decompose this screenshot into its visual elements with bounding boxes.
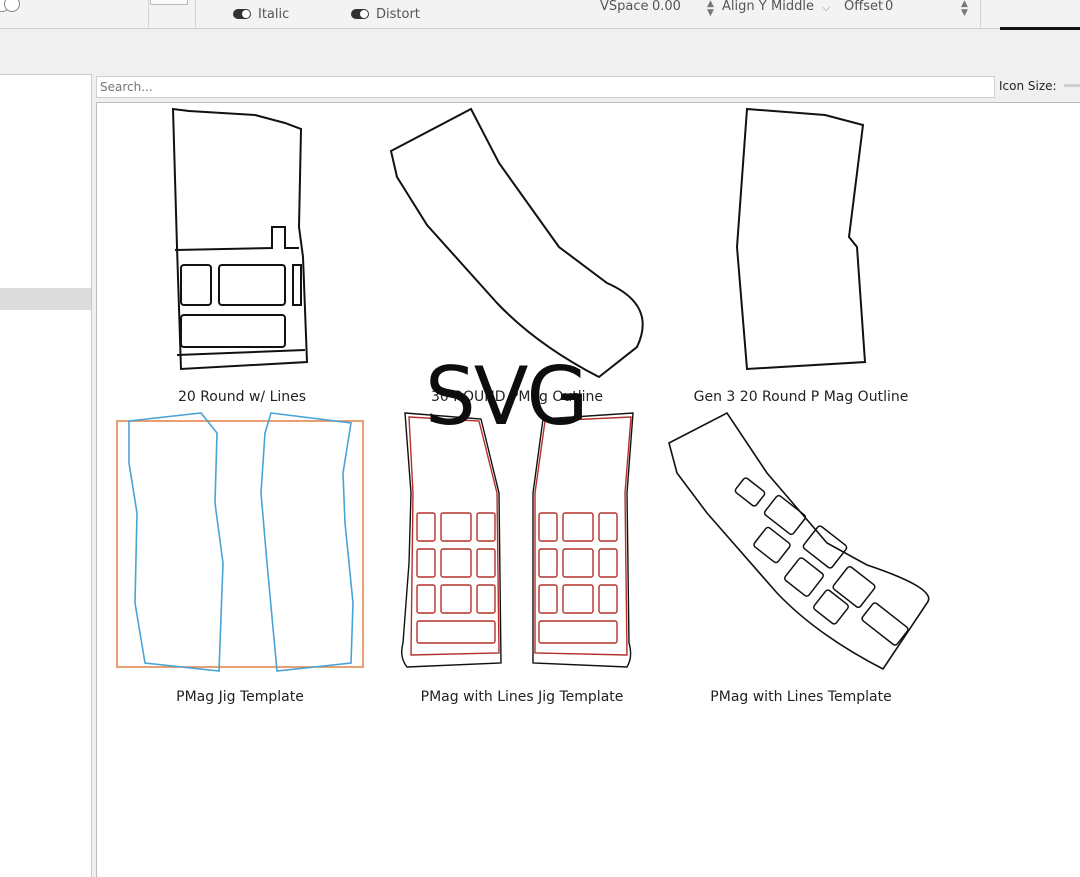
item-label: 20 Round w/ Lines xyxy=(177,389,307,405)
offset-label: Offset xyxy=(844,0,884,14)
alignment-radio-group[interactable] xyxy=(0,0,24,12)
toolbar-divider xyxy=(980,0,981,28)
item-label: PMag with Lines Template xyxy=(710,689,892,705)
vspace-label: VSpace xyxy=(600,0,649,14)
italic-label: Italic xyxy=(258,7,290,22)
library-folder-panel xyxy=(0,74,92,877)
aligny-select[interactable]: Middle xyxy=(771,0,814,14)
jig-template-thumbnail xyxy=(116,412,364,672)
library-item[interactable]: 30 ROUND PMag Outline xyxy=(387,107,647,407)
offset-spin-icon[interactable]: ▲ ▼ xyxy=(961,0,968,18)
magazine-lines-rotated-thumbnail xyxy=(668,411,930,671)
item-label: 30 ROUND PMag Outline xyxy=(430,389,604,405)
library-item[interactable]: PMag with Lines Jig Template xyxy=(397,412,647,713)
offset-input[interactable]: 0 xyxy=(885,0,893,14)
italic-toggle[interactable] xyxy=(233,9,251,19)
font-size-box[interactable] xyxy=(150,0,188,5)
item-label: Gen 3 20 Round P Mag Outline xyxy=(693,389,909,405)
library-grid: 20 Round w/ Lines 30 ROUND PMag Outline … xyxy=(96,102,1080,877)
library-search-input[interactable] xyxy=(96,76,995,98)
aligny-label: Align Y xyxy=(722,0,767,14)
magazine-outline-thumbnail xyxy=(389,107,644,379)
library-item[interactable]: PMag with Lines Template xyxy=(667,411,937,713)
selected-folder-item[interactable] xyxy=(0,288,91,310)
toolbar-divider xyxy=(148,0,149,28)
icon-size-slider[interactable] xyxy=(1064,84,1080,87)
chevron-down-icon[interactable]: ⌵ xyxy=(822,1,830,15)
jig-lines-thumbnail xyxy=(400,412,634,668)
panel-accent-bar xyxy=(1000,27,1080,30)
radio-icon[interactable] xyxy=(4,0,20,12)
library-item[interactable]: PMag Jig Template xyxy=(115,412,365,713)
item-label: PMag with Lines Jig Template xyxy=(420,689,624,705)
distort-label: Distort xyxy=(376,7,420,22)
vspace-input[interactable]: 0.00 xyxy=(652,0,681,14)
distort-toggle[interactable] xyxy=(351,9,369,19)
text-options-toolbar: Italic Distort VSpace 0.00 ▲ ▼ Align Y Mi… xyxy=(0,0,1080,30)
magazine-gen3-thumbnail xyxy=(735,107,867,371)
library-item[interactable]: Gen 3 20 Round P Mag Outline xyxy=(687,107,917,407)
toolbar-divider xyxy=(195,0,196,28)
library-item[interactable]: 20 Round w/ Lines xyxy=(167,107,317,407)
vspace-spin-icon[interactable]: ▲ ▼ xyxy=(707,0,714,18)
item-label: PMag Jig Template xyxy=(176,689,304,705)
icon-size-label: Icon Size: xyxy=(999,79,1057,93)
magazine-lines-thumbnail xyxy=(171,107,309,371)
